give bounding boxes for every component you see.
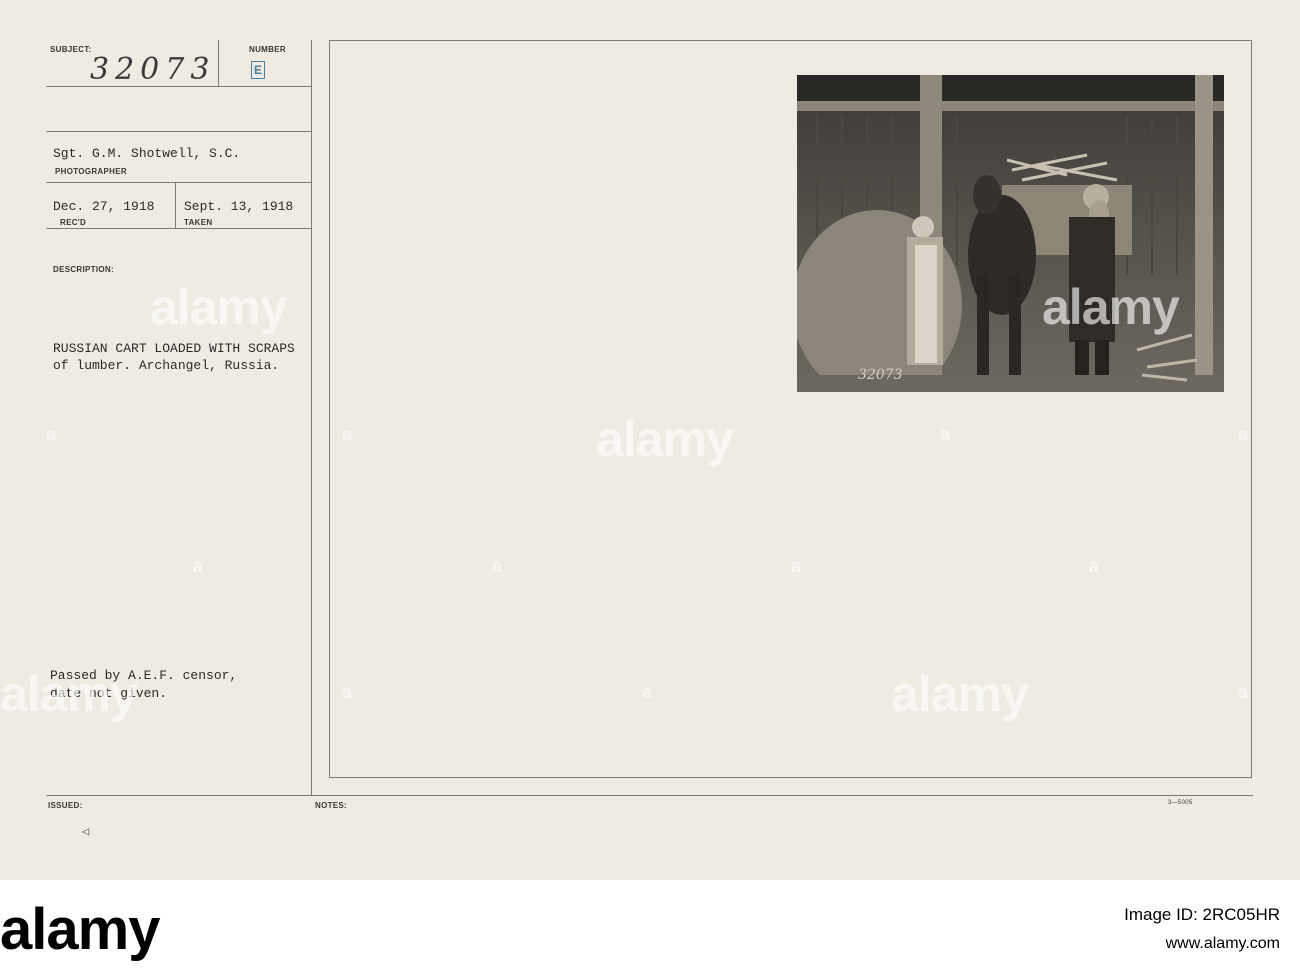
description-line: of lumber. Archangel, Russia. <box>53 358 280 373</box>
issued-label: ISSUED: <box>48 801 83 810</box>
watermark: a <box>193 556 204 576</box>
watermark: alamy <box>150 279 288 335</box>
watermark: alamy <box>1042 279 1180 335</box>
photograph <box>797 75 1224 392</box>
photographer-name: Sgt. G.M. Shotwell, S.C. <box>53 146 241 161</box>
divider <box>218 40 219 86</box>
frame-border <box>329 40 330 778</box>
photo-number: 32073 <box>858 367 903 383</box>
divider <box>311 40 312 795</box>
archive-card: SUBJECT: 32073 NUMBER E Sgt. G.M. Shotwe… <box>0 0 1300 880</box>
subject-label: SUBJECT: <box>50 45 92 54</box>
watermark: a <box>492 556 503 576</box>
taken-date: Sept. 13, 1918 <box>184 199 294 214</box>
watermark: a <box>791 556 802 576</box>
photographer-label: PHOTOGRAPHER <box>55 167 127 176</box>
image-id: Image ID: 2RC05HR <box>1124 905 1280 924</box>
description-line: RUSSIAN CART LOADED WITH SCRAPS <box>53 341 295 356</box>
notes-label: NOTES: <box>315 801 348 810</box>
watermark: a <box>642 682 653 702</box>
watermark: a <box>342 682 353 702</box>
divider <box>175 182 176 228</box>
number-stamp: E <box>251 61 265 79</box>
footer-logo: alamy <box>0 897 160 962</box>
watermark: a <box>342 424 353 444</box>
divider <box>46 131 311 132</box>
triangle-left-icon: ◁ <box>82 825 90 839</box>
divider <box>46 795 1253 796</box>
description-label: DESCRIPTION: <box>53 265 114 274</box>
frame-border <box>329 40 1252 41</box>
number-label: NUMBER <box>249 45 286 54</box>
watermark: a <box>1238 424 1249 444</box>
watermark: a <box>46 424 57 444</box>
divider <box>46 182 311 183</box>
watermark: alamy <box>596 411 734 467</box>
received-label: REC'D <box>60 218 87 227</box>
watermark: a <box>940 424 951 444</box>
footer-band <box>0 880 1300 971</box>
site-url: www.alamy.com <box>1165 935 1280 952</box>
watermark: a <box>1238 682 1249 702</box>
frame-border <box>329 777 1252 778</box>
watermark: alamy <box>0 666 138 722</box>
form-code: 3—5005 <box>1168 800 1193 806</box>
watermark: a <box>1089 556 1100 576</box>
subject-number: 32073 <box>90 52 216 87</box>
photograph-scene <box>797 75 1224 392</box>
divider <box>46 228 311 229</box>
frame-border <box>1251 40 1252 778</box>
watermark: alamy <box>891 666 1029 722</box>
received-date: Dec. 27, 1918 <box>53 199 155 214</box>
taken-label: TAKEN <box>184 218 213 227</box>
